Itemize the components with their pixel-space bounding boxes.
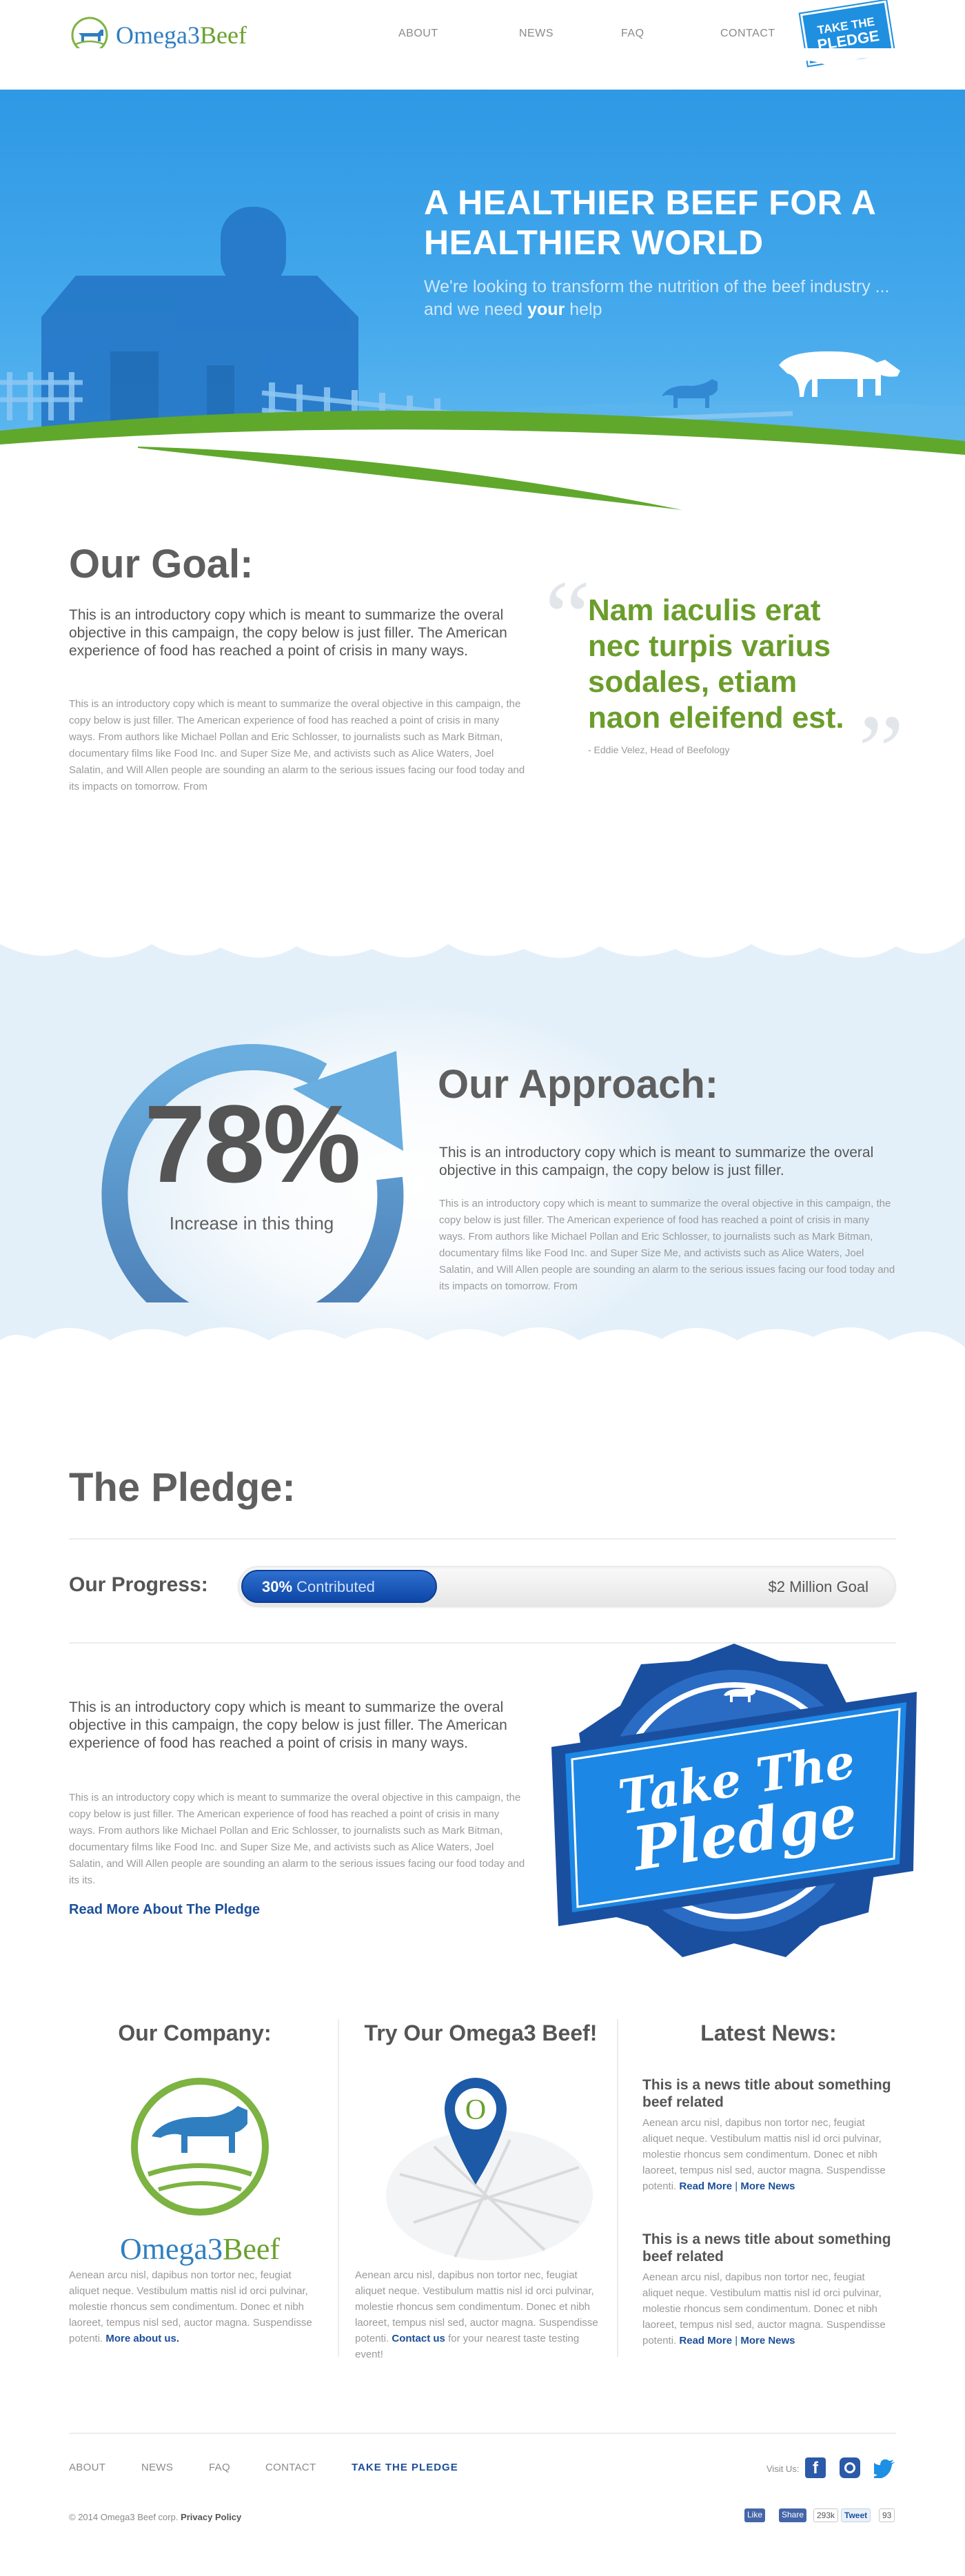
news-headline[interactable]: This is a news title about something bee…	[642, 2231, 896, 2265]
news-item: This is a news title about something bee…	[642, 2076, 896, 2194]
goal-title: Our Goal:	[69, 542, 254, 586]
facebook-share-button[interactable]: Share	[779, 2508, 807, 2522]
progress-goal-text: $2 Million Goal	[768, 1578, 868, 1595]
more-about-us-link[interactable]: More about us.	[105, 2333, 179, 2344]
logo-wordmark: Omega3Beef	[116, 21, 247, 49]
approach-stat-label: Increase in this thing	[169, 1213, 334, 1234]
goal-lead: This is an introductory copy which is me…	[69, 607, 507, 659]
footer-nav-contact[interactable]: CONTACT	[265, 2462, 316, 2473]
column-divider	[338, 2019, 339, 2357]
footer-nav-about[interactable]: ABOUT	[69, 2462, 105, 2473]
progress-label: Our Progress:	[69, 1573, 208, 1596]
map-pin-letter: O	[465, 2094, 486, 2126]
nav-contact[interactable]: CONTACT	[720, 28, 775, 40]
news-headline[interactable]: This is a news title about something bee…	[642, 2076, 896, 2111]
approach-lead: This is an introductory copy which is me…	[439, 1145, 874, 1178]
news-copy: Aenean arcu nisl, dapibus non tortor nec…	[642, 2117, 886, 2192]
pull-quote: Nam iaculis erat nec turpis varius sodal…	[588, 593, 844, 735]
pull-quote-author: - Eddie Velez, Head of Beefology	[588, 744, 730, 755]
header-cloud-edge	[0, 48, 965, 76]
news-more-news-link[interactable]: More News	[740, 2180, 795, 2192]
nav-news[interactable]: NEWS	[519, 28, 553, 40]
footer-nav-faq[interactable]: FAQ	[209, 2462, 230, 2473]
contact-us-link[interactable]: Contact us	[392, 2333, 445, 2344]
company-wordmark: Omega3Beef	[119, 2232, 281, 2266]
news-read-more-link[interactable]: Read More	[679, 2180, 732, 2192]
approach-title: Our Approach:	[438, 1062, 719, 1107]
map-pin-icon: O	[386, 2078, 593, 2260]
read-more-pledge-link[interactable]: Read More About The Pledge	[69, 1902, 260, 1918]
hero-banner: A HEALTHIER BEEF FOR A HEALTHIER WORLD W…	[0, 69, 965, 524]
column-divider	[617, 2019, 618, 2357]
news-read-more-link[interactable]: Read More	[679, 2335, 732, 2347]
visit-us-label: Visit Us:	[766, 2464, 800, 2474]
omega3-logo-icon	[131, 2078, 269, 2216]
instagram-icon[interactable]	[840, 2457, 860, 2478]
footer-divider	[69, 2433, 896, 2434]
footer-nav-news[interactable]: NEWS	[141, 2462, 173, 2473]
facebook-icon[interactable]: f	[805, 2457, 826, 2478]
company-title: Our Company:	[118, 2021, 272, 2045]
nav-about[interactable]: ABOUT	[398, 28, 438, 40]
company-copy: Aenean arcu nisl, dapibus non tortor nec…	[69, 2269, 312, 2344]
pledge-body: This is an introductory copy which is me…	[69, 1792, 525, 1886]
twitter-icon[interactable]	[869, 2457, 896, 2480]
approach-stat-value: 78%	[144, 1082, 360, 1205]
nav-faq[interactable]: FAQ	[621, 28, 644, 40]
tweet-count: 93	[879, 2508, 895, 2522]
company-logo: Omega3Beef	[110, 2071, 290, 2278]
progress-contributed-text: 30% Contributed	[262, 1578, 375, 1595]
pledge-lead: This is an introductory copy which is me…	[69, 1699, 507, 1751]
tweet-button[interactable]: Tweet	[841, 2508, 871, 2522]
hero-subtitle: We're looking to transform the nutrition…	[424, 277, 890, 319]
news-more-news-link[interactable]: More News	[740, 2335, 795, 2347]
take-the-pledge-banner[interactable]: Take The Pledge	[551, 1637, 917, 1961]
privacy-policy-link[interactable]: Privacy Policy	[181, 2512, 241, 2522]
approach-body: This is an introductory copy which is me…	[439, 1198, 895, 1292]
hero-title: A HEALTHIER BEEF FOR A HEALTHIER WORLD	[424, 183, 875, 262]
news-title: Latest News:	[700, 2021, 837, 2045]
copyright: © 2014 Omega3 Beef corp. Privacy Policy	[69, 2512, 242, 2522]
facebook-count: 293k	[813, 2508, 839, 2522]
footer-nav-pledge[interactable]: TAKE THE PLEDGE	[352, 2462, 458, 2473]
facebook-like-button[interactable]: Like	[744, 2508, 766, 2522]
news-copy: Aenean arcu nisl, dapibus non tortor nec…	[642, 2271, 886, 2347]
goal-body: This is an introductory copy which is me…	[69, 698, 525, 793]
try-copy: Aenean arcu nisl, dapibus non tortor nec…	[355, 2269, 598, 2360]
pledge-title: The Pledge:	[69, 1465, 296, 1510]
store-locator-map[interactable]: O	[372, 2064, 600, 2264]
divider	[69, 1538, 896, 1540]
news-item: This is a news title about something bee…	[642, 2231, 896, 2349]
open-quote-icon: “	[545, 560, 591, 674]
try-title: Try Our Omega3 Beef!	[364, 2021, 598, 2045]
